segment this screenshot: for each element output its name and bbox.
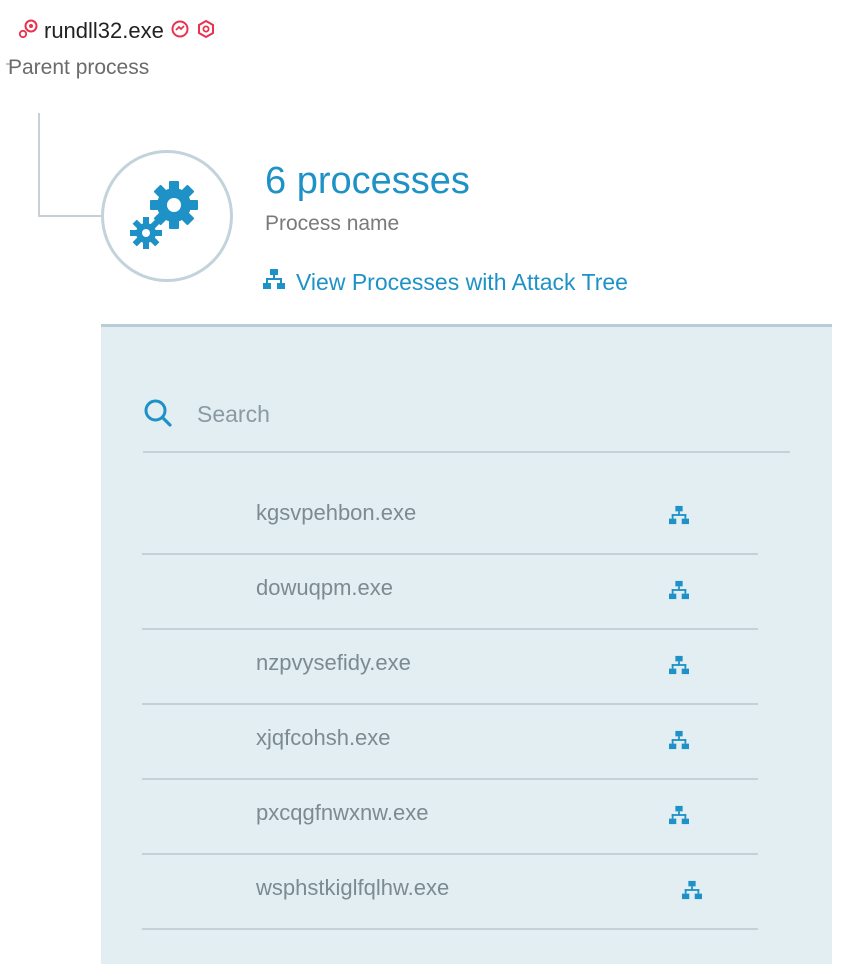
process-row[interactable]: pxcqgfnwxnw.exe bbox=[142, 780, 758, 855]
processes-gears-icon bbox=[101, 150, 233, 282]
process-list-panel: kgsvpehbon.exe dowuqpm.exe bbox=[101, 324, 832, 964]
gears-icon bbox=[18, 19, 38, 44]
processes-count-title: 6 processes bbox=[265, 160, 470, 202]
attack-tree-icon[interactable] bbox=[669, 505, 689, 530]
attack-tree-icon[interactable] bbox=[682, 880, 702, 905]
process-name[interactable]: pxcqgfnwxnw.exe bbox=[256, 800, 428, 826]
parent-process-label: Parent process bbox=[8, 56, 150, 79]
process-row[interactable]: xjqfcohsh.exe bbox=[142, 705, 758, 780]
process-row[interactable]: nzpvysefidy.exe bbox=[142, 630, 758, 705]
view-attack-tree-label[interactable]: View Processes with Attack Tree bbox=[296, 269, 628, 296]
attack-tree-icon bbox=[263, 268, 296, 296]
process-list: kgsvpehbon.exe dowuqpm.exe nzpvysefidy.e… bbox=[142, 480, 758, 930]
attack-tree-icon[interactable] bbox=[669, 730, 689, 755]
suspicion-icon[interactable] bbox=[196, 19, 216, 44]
search-bar bbox=[143, 381, 790, 453]
attack-tree-icon[interactable] bbox=[669, 580, 689, 605]
process-name[interactable]: kgsvpehbon.exe bbox=[256, 500, 416, 526]
process-row[interactable]: dowuqpm.exe bbox=[142, 555, 758, 630]
attack-tree-icon[interactable] bbox=[669, 805, 689, 830]
search-input[interactable] bbox=[195, 395, 759, 433]
process-name[interactable]: dowuqpm.exe bbox=[256, 575, 393, 601]
process-name[interactable]: wsphstkiglfqlhw.exe bbox=[256, 875, 449, 901]
parent-process-row[interactable]: rundll32.exe bbox=[18, 14, 216, 48]
attack-tree-icon[interactable] bbox=[669, 655, 689, 680]
process-row[interactable]: wsphstkiglfqlhw.exe bbox=[142, 855, 758, 930]
view-attack-tree-link[interactable]: View Processes with Attack Tree bbox=[263, 268, 628, 296]
process-name[interactable]: nzpvysefidy.exe bbox=[256, 650, 411, 676]
parent-process-name[interactable]: rundll32.exe bbox=[44, 18, 164, 44]
tree-connector bbox=[38, 113, 102, 217]
process-name[interactable]: xjqfcohsh.exe bbox=[256, 725, 391, 751]
malop-icon[interactable] bbox=[170, 19, 190, 44]
process-row[interactable]: kgsvpehbon.exe bbox=[142, 480, 758, 555]
processes-subtitle: Process name bbox=[265, 212, 400, 235]
